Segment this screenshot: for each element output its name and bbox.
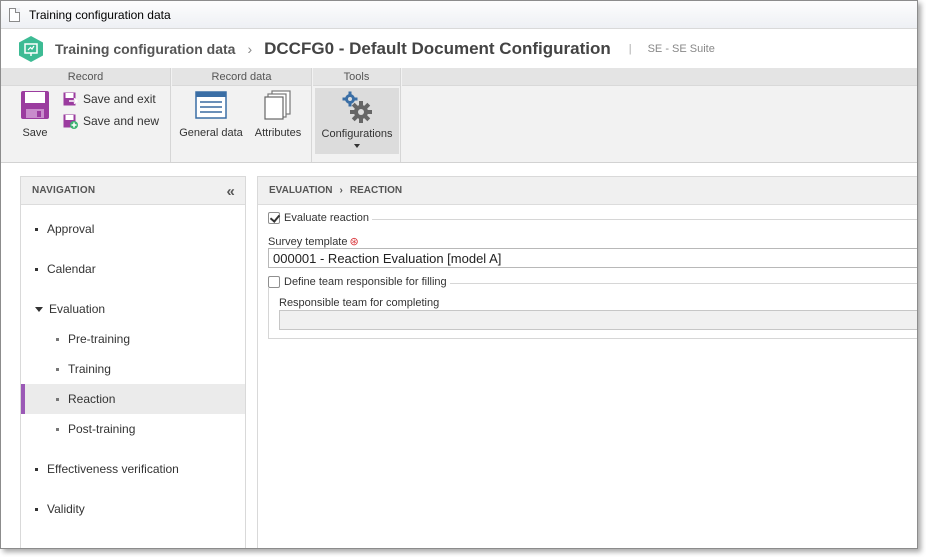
nav-item-calendar[interactable]: Calendar: [21, 254, 245, 284]
nav-item-label: Approval: [47, 222, 95, 236]
bullet-icon: [35, 507, 38, 511]
configurations-button[interactable]: Configurations: [315, 88, 399, 154]
training-app-icon: [17, 35, 45, 63]
attributes-button[interactable]: Attributes: [252, 90, 304, 139]
navigation-panel: NAVIGATION « Approval Calendar Evaluatio…: [20, 176, 246, 548]
survey-template-label: Survey template: [268, 236, 348, 248]
ribbon-group-tools: Tools Configurations: [313, 68, 401, 162]
survey-template-label-row: Survey template ⊛: [268, 235, 359, 248]
required-icon: ⊛: [349, 236, 359, 248]
define-team-checkbox[interactable]: [268, 276, 280, 288]
evaluate-reaction-checkbox[interactable]: [268, 212, 280, 224]
breadcrumb-page: REACTION: [349, 185, 403, 196]
nav-item-pre-training[interactable]: Pre-training: [21, 324, 245, 354]
suite-label: SE - SE Suite: [647, 42, 715, 55]
define-team-row: Define team responsible for filling: [268, 276, 450, 288]
bullet-icon: [56, 427, 59, 431]
breadcrumb-chevron-icon: ›: [339, 185, 343, 196]
bullet-icon: [56, 397, 59, 401]
save-and-new-button[interactable]: Save and new: [63, 112, 159, 130]
content-breadcrumb: EVALUATION › REACTION: [258, 177, 917, 205]
expand-triangle-icon[interactable]: [35, 306, 43, 312]
bullet-icon: [56, 337, 59, 341]
breadcrumb-chevron-icon: ›: [247, 40, 253, 57]
nav-item-evaluation[interactable]: Evaluation: [21, 294, 245, 324]
documents-icon: [264, 90, 291, 120]
breadcrumb-parent[interactable]: Training configuration data: [55, 41, 235, 57]
collapse-double-chevron-icon[interactable]: «: [226, 183, 235, 200]
survey-template-field[interactable]: [268, 248, 917, 268]
responsible-team-label: Responsible team for completing: [279, 297, 440, 309]
nav-item-label: Validity: [47, 502, 85, 516]
ribbon-group-title: Tools: [313, 68, 400, 86]
nav-item-label: Training: [68, 362, 111, 376]
nav-item-label: Evaluation: [49, 302, 106, 316]
document-icon: [9, 7, 20, 22]
ribbon-group-title: Record: [1, 68, 170, 86]
save-and-new-label: Save and new: [83, 114, 160, 128]
ribbon-group-title: Record data: [172, 68, 311, 86]
navigation-header: NAVIGATION «: [21, 177, 245, 205]
ribbon-group-record: Record Save Save and exit Save and new: [1, 68, 171, 162]
nav-item-label: Effectiveness verification: [47, 462, 179, 476]
nav-item-post-training[interactable]: Post-training: [21, 414, 245, 444]
save-button[interactable]: Save: [13, 90, 57, 139]
ribbon-toolbar: Record Save Save and exit Save and new R…: [1, 68, 917, 163]
bullet-icon: [35, 227, 38, 231]
ribbon-group-record-data: Record data General data Attributes: [172, 68, 312, 162]
nav-item-reaction[interactable]: Reaction: [21, 384, 245, 414]
form-icon: [195, 91, 227, 119]
responsible-team-field[interactable]: [279, 310, 917, 330]
gears-icon: [342, 91, 372, 123]
nav-item-effectiveness-verification[interactable]: Effectiveness verification: [21, 454, 245, 484]
nav-item-label: Reaction: [68, 392, 116, 406]
breadcrumb-section: EVALUATION: [269, 185, 333, 196]
general-data-button[interactable]: General data: [178, 90, 244, 139]
nav-item-label: Pre-training: [68, 332, 131, 346]
page-header: Training configuration data › DCCFG0 - D…: [1, 29, 917, 68]
bullet-icon: [35, 267, 38, 271]
nav-item-validity[interactable]: Validity: [21, 494, 245, 524]
floppy-disk-icon: [21, 91, 49, 119]
configurations-label: Configurations: [321, 128, 393, 140]
application-window: Training configuration data Training con…: [0, 0, 918, 549]
save-new-icon: [63, 114, 78, 129]
evaluate-reaction-label: Evaluate reaction: [284, 212, 369, 224]
nav-item-label: Post-training: [68, 422, 136, 436]
header-divider: |: [628, 42, 632, 55]
save-and-exit-label: Save and exit: [83, 92, 156, 106]
nav-item-approval[interactable]: Approval: [21, 214, 245, 244]
attributes-label: Attributes: [254, 127, 302, 139]
save-and-exit-button[interactable]: Save and exit: [63, 90, 156, 108]
save-label: Save: [22, 127, 48, 139]
page-title: DCCFG0 - Default Document Configuration: [264, 38, 611, 58]
define-team-label: Define team responsible for filling: [284, 276, 447, 288]
window-title: Training configuration data: [29, 7, 171, 22]
nav-item-training[interactable]: Training: [21, 354, 245, 384]
fieldset-divider: [372, 219, 917, 220]
nav-item-label: Calendar: [47, 262, 96, 276]
ribbon-header-fill: [402, 68, 917, 86]
navigation-title: NAVIGATION: [32, 185, 96, 196]
content-panel: EVALUATION › REACTION Evaluate reaction …: [257, 176, 917, 548]
evaluate-reaction-row: Evaluate reaction: [268, 212, 369, 224]
bullet-icon: [35, 467, 38, 471]
dropdown-arrow-icon: [354, 144, 360, 148]
save-exit-icon: [63, 92, 78, 105]
bullet-icon: [56, 367, 59, 371]
window-titlebar: Training configuration data: [1, 1, 917, 29]
general-data-label: General data: [179, 127, 243, 139]
